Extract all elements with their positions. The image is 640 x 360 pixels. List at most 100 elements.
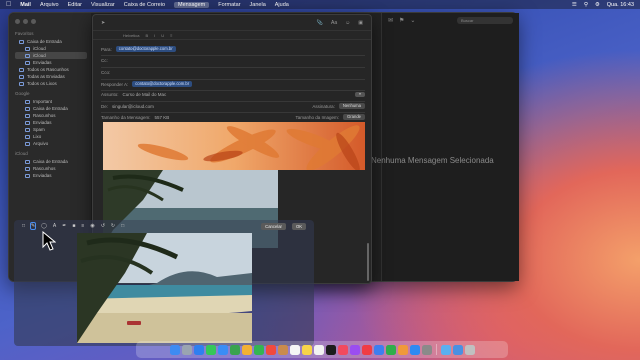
markup-beach-photo[interactable] <box>77 233 252 343</box>
trash-icon[interactable] <box>464 344 475 355</box>
settings-icon[interactable] <box>421 344 432 355</box>
freeform-icon[interactable] <box>313 344 324 355</box>
bold-icon[interactable]: B <box>145 33 148 38</box>
sidebar-item-google-6[interactable]: Arquivo <box>15 140 87 147</box>
reminders-icon[interactable] <box>289 344 300 355</box>
text-tool-icon[interactable]: A <box>53 223 56 229</box>
sidebar-item-google-1[interactable]: Caixa de Entrada <box>15 105 87 112</box>
attach-icon[interactable]: 📎 <box>317 20 323 26</box>
rotate-left-icon[interactable]: ↺ <box>101 223 105 229</box>
news-icon[interactable] <box>361 344 372 355</box>
banner-image[interactable] <box>103 122 365 170</box>
calendar-icon[interactable] <box>265 344 276 355</box>
minimize-button[interactable] <box>23 19 28 24</box>
line-style-icon[interactable]: ≡ <box>81 223 84 229</box>
podcasts-icon[interactable] <box>349 344 360 355</box>
sidebar-item-fav-6[interactable]: Todos os Lixos <box>15 80 87 87</box>
sidebar-item-google-0[interactable]: Important <box>15 98 87 105</box>
shapes-tool-icon[interactable]: ◯ <box>41 223 47 229</box>
sidebar-item-fav-1[interactable]: iCloud <box>15 45 87 52</box>
image-size-select[interactable]: Grande <box>343 114 365 120</box>
send-icon[interactable]: ➤ <box>101 20 105 26</box>
contacts-icon[interactable] <box>277 344 288 355</box>
align-icon[interactable]: ≡ <box>170 33 172 38</box>
fill-icon[interactable]: ◉ <box>90 223 94 229</box>
launchpad-icon[interactable] <box>181 344 192 355</box>
clock[interactable]: Qua. 16:43 <box>607 2 634 8</box>
to-chip[interactable]: contato@doctorapple.com.br <box>115 46 176 52</box>
wifi-icon[interactable]: ☰ <box>572 2 577 8</box>
numbers-icon[interactable] <box>385 344 396 355</box>
menu-item-janela[interactable]: Janela <box>250 2 266 8</box>
italic-icon[interactable]: I <box>154 33 155 38</box>
mail-icon[interactable] <box>217 344 228 355</box>
rotate-right-icon[interactable]: ↻ <box>111 223 115 229</box>
safari-icon[interactable] <box>193 344 204 355</box>
bcc-row[interactable]: Cco: <box>101 70 110 75</box>
photo-icon[interactable]: ▣ <box>358 20 363 26</box>
tv-icon[interactable] <box>325 344 336 355</box>
music-icon[interactable] <box>337 344 348 355</box>
emoji-icon[interactable]: ☺ <box>345 20 350 26</box>
menu-item-arquivo[interactable]: Arquivo <box>40 2 59 8</box>
finder-icon[interactable] <box>169 344 180 355</box>
pages-icon[interactable] <box>397 344 408 355</box>
selection-tool-icon[interactable]: □ <box>22 223 25 229</box>
notes-icon[interactable] <box>301 344 312 355</box>
messages-icon[interactable] <box>205 344 216 355</box>
mail-icon[interactable]: ✉ <box>388 17 393 24</box>
flag-icon[interactable]: ⚑ <box>399 17 404 24</box>
sidebar-item-google-5[interactable]: Lixo <box>15 133 87 140</box>
sidebar-item-icloud-2[interactable]: Enviadas <box>15 172 87 179</box>
subject-row[interactable]: Assunto: Curso de Mail do Mac ≡ <box>101 92 365 97</box>
apple-icon[interactable]:  <box>6 1 11 8</box>
keynote-icon[interactable] <box>373 344 384 355</box>
font-select[interactable]: Helvetica <box>123 33 139 38</box>
menu-app-name[interactable]: Mail <box>20 2 31 8</box>
underline-icon[interactable]: U <box>161 33 164 38</box>
menu-item-caixa-de-correio[interactable]: Caixa de Correio <box>124 2 165 8</box>
close-button[interactable] <box>15 19 20 24</box>
sidebar-item-google-4[interactable]: Spam <box>15 126 87 133</box>
reply-to-chip[interactable]: contato@doctorapple.com.br <box>132 81 193 87</box>
from-row: De: singular@icloud.com Assinatura: Nenh… <box>101 103 365 109</box>
preview-icon[interactable] <box>440 344 451 355</box>
sidebar-item-fav-3[interactable]: Enviadas <box>15 59 87 66</box>
from-select[interactable]: singular@icloud.com <box>112 104 154 109</box>
sidebar-item-fav-0[interactable]: Caixa de Entrada <box>15 38 87 45</box>
menu-item-formatar[interactable]: Formatar <box>218 2 240 8</box>
menu-item-editar[interactable]: Editar <box>68 2 82 8</box>
search-field[interactable]: Buscar <box>457 16 513 24</box>
downloads-icon[interactable] <box>452 344 463 355</box>
menu-item-ajuda[interactable]: Ajuda <box>275 2 289 8</box>
cancel-button[interactable]: Cancelar <box>261 222 286 230</box>
menu-item-visualizar[interactable]: Visualizar <box>91 2 115 8</box>
crop-icon[interactable]: □ <box>121 223 124 229</box>
menu-item-mensagem[interactable]: Mensagem <box>174 1 210 8</box>
chevron-down-icon[interactable]: ⌄ <box>410 17 415 24</box>
facetime-icon[interactable] <box>253 344 264 355</box>
sidebar-item-icloud-0[interactable]: Caixa de Entrada <box>15 158 87 165</box>
sidebar-item-google-2[interactable]: Rascunhos <box>15 112 87 119</box>
sidebar-item-fav-2[interactable]: iCloud <box>15 52 87 59</box>
sidebar-item-fav-5[interactable]: Todas as Enviadas <box>15 73 87 80</box>
subject-options-button[interactable]: ≡ <box>355 92 365 97</box>
sketch-tool-icon[interactable]: ✎ <box>29 222 37 230</box>
font-icon[interactable]: Aa <box>331 20 337 26</box>
sidebar-item-fav-4[interactable]: Todos os Rascunhos <box>15 66 87 73</box>
color-tool-icon[interactable]: ■ <box>72 223 75 229</box>
ok-button[interactable]: OK <box>291 222 306 230</box>
zoom-button[interactable] <box>31 19 36 24</box>
sidebar-item-google-3[interactable]: Enviadas <box>15 119 87 126</box>
signature-select[interactable]: Nenhuma <box>338 103 365 109</box>
compose-scrollbar[interactable] <box>367 243 369 281</box>
control-center-icon[interactable]: ⚙ <box>595 2 600 8</box>
cc-row[interactable]: Cc: <box>101 58 108 63</box>
subject-field[interactable]: Curso de Mail do Mac <box>123 92 167 97</box>
search-icon[interactable]: ⚲ <box>584 2 588 8</box>
photos-icon[interactable] <box>241 344 252 355</box>
app-store-icon[interactable] <box>409 344 420 355</box>
sign-tool-icon[interactable]: ✒ <box>62 223 66 229</box>
maps-icon[interactable] <box>229 344 240 355</box>
sidebar-item-icloud-1[interactable]: Rascunhos <box>15 165 87 172</box>
